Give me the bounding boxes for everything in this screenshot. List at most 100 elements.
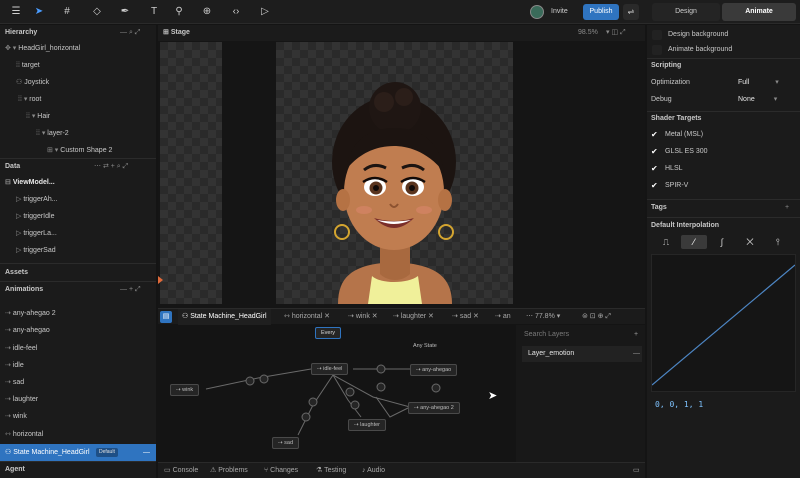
right-panel: Design background Animate background Scr… — [647, 25, 800, 478]
optimization-select[interactable]: Full ▾ — [738, 75, 779, 91]
play-icon[interactable]: ▷ — [258, 5, 272, 19]
state-sad[interactable]: ⇢ sad — [272, 437, 300, 449]
hierarchy-item[interactable]: ⁞⁞ target — [16, 58, 40, 74]
hold-interpolation-icon[interactable]: ⎍ — [653, 235, 679, 249]
stage-panel: ⊞ Stage 98.5% ▾ ◫ ⤢ — [158, 25, 645, 308]
panel-layout-icon[interactable]: ▭ — [633, 463, 640, 478]
add-layer-icon[interactable]: + — [634, 328, 638, 342]
design-background-checkbox[interactable] — [652, 30, 662, 40]
animation-item[interactable]: ⇢ laughter — [5, 392, 38, 408]
hierarchy-item[interactable]: ✥ ▾ HeadGirl_horizontal — [5, 41, 80, 57]
shader-target-checkbox[interactable]: ✔ — [651, 178, 658, 194]
animate-tab[interactable]: Animate — [722, 3, 796, 21]
animation-item[interactable]: ⇿ horizontal — [5, 427, 43, 443]
timeline-zoom[interactable]: ⋯ 77.8% ▾ — [526, 309, 560, 325]
shader-target-checkbox[interactable]: ✔ — [651, 127, 658, 143]
data-title: Data — [5, 163, 21, 170]
data-actions-icon[interactable]: ⋯ ⇄ + ⌕ ⤢ — [94, 159, 128, 175]
design-tab[interactable]: Design — [652, 3, 720, 21]
viewmodel-item[interactable]: ⊟ ViewModel... — [5, 175, 55, 191]
curve-values[interactable]: 0, 0, 1, 1 — [655, 400, 703, 409]
hierarchy-item[interactable]: ⁞⁞ ▾ layer-2 — [36, 126, 69, 142]
timeline-view-icons[interactable]: ⊜ ⊡ ⊕ ⤢ — [582, 309, 611, 325]
tab-horizontal[interactable]: ⇿ horizontal ✕ — [284, 309, 330, 325]
tags-title: Tags — [651, 204, 667, 211]
pen-tool-icon[interactable]: ✒ — [118, 5, 132, 19]
elastic-interpolation-icon[interactable]: ⫯ — [765, 235, 791, 249]
animation-item[interactable]: ⇢ sad — [5, 375, 24, 391]
text-tool-icon[interactable]: T — [147, 5, 161, 19]
layer-more-icon[interactable]: — — [633, 346, 640, 362]
data-item[interactable]: ▷ triggerSad — [16, 243, 56, 259]
code-tool-icon[interactable]: ‹› — [229, 5, 243, 19]
shader-target-checkbox[interactable]: ✔ — [651, 161, 658, 177]
bone-tool-icon[interactable]: ⚲ — [172, 5, 186, 19]
search-layers-input[interactable]: Search Layers — [524, 328, 630, 342]
tab-changes[interactable]: ⑂ Changes — [264, 463, 298, 478]
timeline-tabs: ▤ ⚇ State Machine_HeadGirl ⇿ horizontal … — [158, 308, 645, 325]
animate-background-checkbox[interactable] — [652, 45, 662, 55]
interpolation-curve[interactable] — [651, 254, 796, 392]
constraint-tool-icon[interactable]: ⊕ — [200, 5, 214, 19]
playhead-marker — [158, 276, 163, 284]
hierarchy-item[interactable]: ⚇ Joystick — [16, 75, 49, 91]
stage-view-icons[interactable]: ▾ ◫ ⤢ — [606, 25, 626, 41]
cubic-interpolation-icon[interactable]: ∫ — [709, 235, 735, 249]
tab-laughter[interactable]: ⇢ laughter ✕ — [393, 309, 434, 325]
animation-item[interactable]: ⇢ idle-feel — [5, 341, 37, 357]
animation-item[interactable]: ⇢ any-ahegao 2 — [5, 306, 56, 322]
layer-item[interactable]: Layer_emotion — — [522, 346, 642, 362]
share-icon[interactable]: ⇌ — [623, 4, 639, 20]
tab-testing[interactable]: ⚗ Testing — [316, 463, 346, 478]
animation-item[interactable]: ⇢ idle — [5, 358, 24, 374]
assets-title[interactable]: Assets — [5, 265, 28, 281]
stage-header: ⊞ Stage 98.5% ▾ ◫ ⤢ — [158, 25, 645, 41]
debug-select[interactable]: None ▾ — [738, 92, 777, 108]
state-machine-graph[interactable]: Every Any State ⇢ idle-feel ⇢ any-ahegao… — [158, 325, 516, 462]
data-item[interactable]: ▷ triggerIdle — [16, 209, 54, 225]
state-any-ahegao[interactable]: ⇢ any-ahegao — [410, 364, 458, 376]
shader-target-label: SPIR-V — [665, 182, 689, 189]
curve-graph — [651, 264, 796, 386]
artboard[interactable] — [276, 42, 513, 304]
collapse-icon[interactable]: — ⌕ ⤢ — [120, 25, 140, 41]
tab-problems[interactable]: ⚠ Problems — [210, 463, 248, 478]
add-tag-icon[interactable]: + — [785, 200, 789, 216]
frame-tool-icon[interactable]: # — [60, 5, 74, 19]
state-every[interactable]: Every — [315, 327, 342, 339]
tab-state-machine[interactable]: ⚇ State Machine_HeadGirl — [178, 309, 271, 325]
tab-wink[interactable]: ⇢ wink ✕ — [348, 309, 378, 325]
state-machine-item[interactable]: ⚇ State Machine_HeadGirl Default — — [0, 444, 156, 461]
tab-console[interactable]: ▭ Console — [164, 463, 198, 478]
menu-icon[interactable]: ☰ — [9, 5, 23, 19]
animations-actions-icon[interactable]: — + ⤢ — [120, 282, 141, 298]
avatar[interactable] — [530, 5, 544, 19]
hierarchy-item[interactable]: ⁞⁞ ▾ root — [18, 92, 41, 108]
invite-button[interactable]: Invite — [551, 0, 568, 24]
state-laughter[interactable]: ⇢ laughter — [348, 419, 387, 431]
hierarchy-item[interactable]: ⊞ ▾ Custom Shape 2 — [47, 143, 112, 159]
shape-tool-icon[interactable]: ◇ — [90, 5, 104, 19]
tab-audio[interactable]: ♪ Audio — [362, 463, 385, 478]
shader-target-checkbox[interactable]: ✔ — [651, 144, 658, 160]
state-any-ahegao-2[interactable]: ⇢ any-ahegao 2 — [408, 402, 460, 414]
debug-label: Debug — [651, 96, 672, 103]
state-any[interactable]: Any State — [408, 341, 442, 353]
select-tool-icon[interactable]: ➤ — [32, 5, 46, 19]
hierarchy-item[interactable]: ⁞⁞ ▾ Hair — [26, 109, 50, 125]
publish-button[interactable]: Publish — [583, 4, 619, 20]
data-item[interactable]: ▷ triggerLa... — [16, 226, 57, 242]
custom-interpolation-icon[interactable]: ⨉ — [737, 235, 763, 249]
tab-more[interactable]: ⇢ an — [495, 309, 511, 325]
linear-interpolation-icon[interactable]: ⁄ — [681, 235, 707, 249]
state-wink[interactable]: ⇢ wink — [170, 384, 200, 396]
agent-title[interactable]: Agent — [5, 462, 25, 478]
more-icon[interactable]: — — [143, 444, 150, 461]
panel-toggle-icon[interactable]: ▤ — [160, 311, 172, 323]
animation-item[interactable]: ⇢ any-ahegao — [5, 323, 50, 339]
tab-sad[interactable]: ⇢ sad ✕ — [452, 309, 479, 325]
state-idle-feel[interactable]: ⇢ idle-feel — [311, 363, 349, 375]
animation-item[interactable]: ⇢ wink — [5, 409, 27, 425]
data-item[interactable]: ▷ triggerAh... — [16, 192, 58, 208]
stage-zoom[interactable]: 98.5% — [578, 25, 598, 41]
